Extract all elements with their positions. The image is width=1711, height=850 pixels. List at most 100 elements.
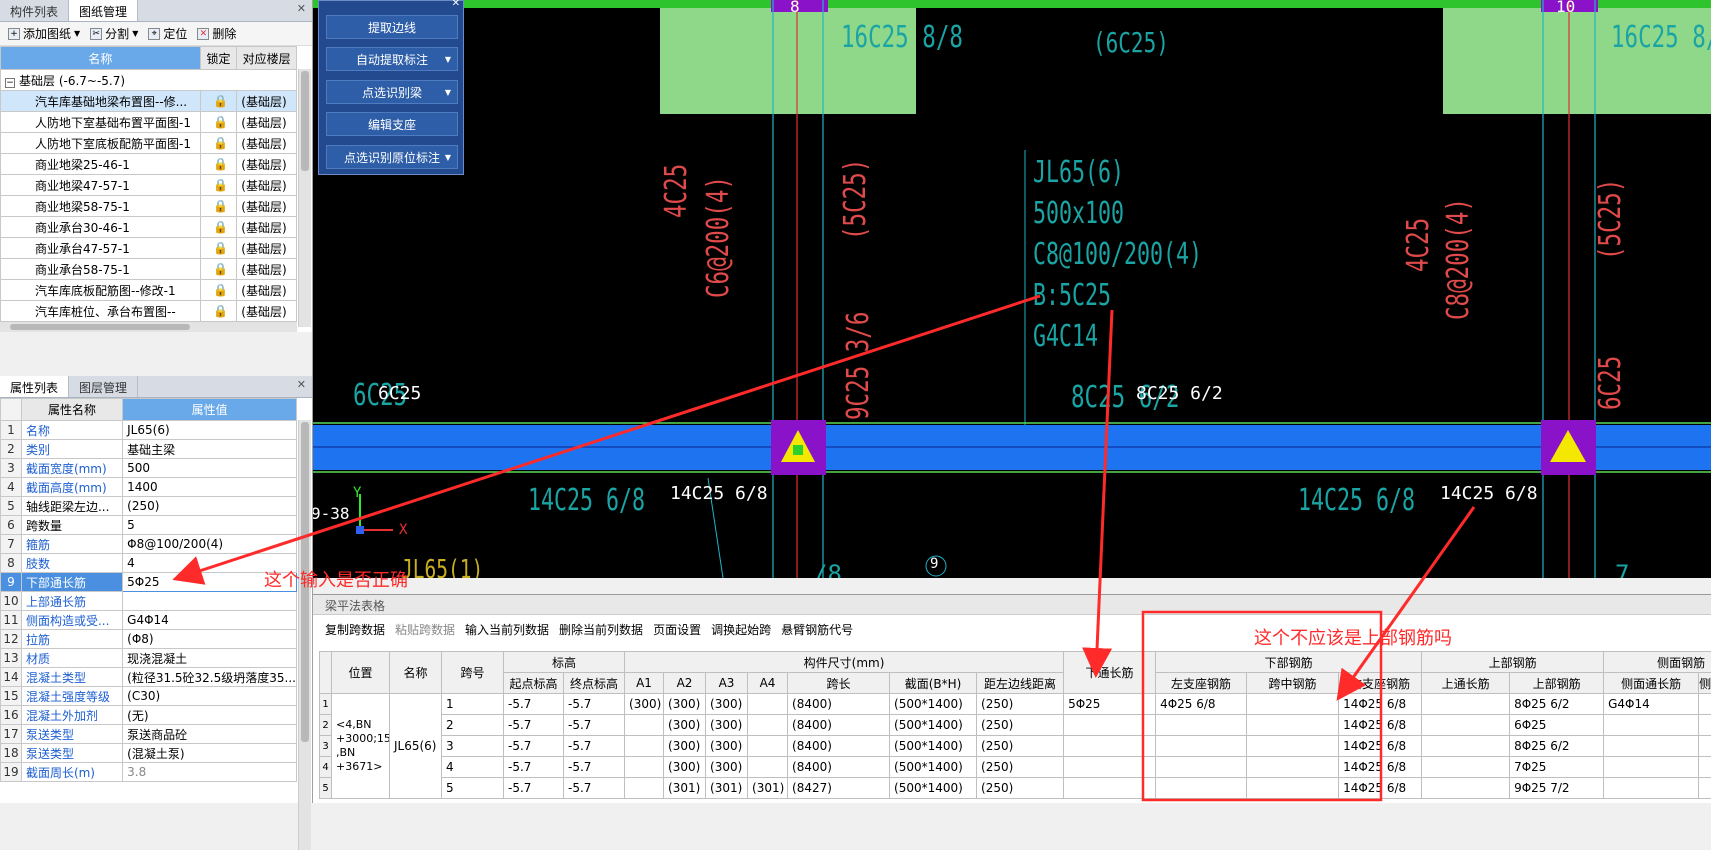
cell-a1[interactable] bbox=[625, 736, 664, 757]
collapse-icon[interactable]: − bbox=[5, 78, 15, 88]
cell-a4[interactable] bbox=[748, 757, 788, 778]
cell-side-original[interactable] bbox=[1699, 778, 1711, 799]
close-icon[interactable]: ✕ bbox=[297, 378, 306, 391]
prop-value[interactable]: 1400 bbox=[123, 478, 297, 497]
prop-value[interactable]: 3.8 bbox=[123, 763, 297, 782]
cell-top[interactable] bbox=[1422, 757, 1510, 778]
cell-sec[interactable]: (500*1400) bbox=[890, 757, 977, 778]
cell-sec[interactable]: (500*1400) bbox=[890, 778, 977, 799]
lock-icon[interactable]: 🔒 bbox=[200, 154, 237, 175]
cell-bot[interactable]: 5Φ25 bbox=[1064, 694, 1156, 715]
h-scroll-thumb[interactable] bbox=[10, 324, 190, 330]
close-icon[interactable]: ✕ bbox=[297, 2, 306, 15]
cell-side[interactable] bbox=[1604, 757, 1699, 778]
lock-icon[interactable]: 🔒 bbox=[200, 133, 237, 154]
cell-bot[interactable] bbox=[1064, 736, 1156, 757]
drawing-row[interactable]: 人防地下室底板配筋平面图-1🔒(基础层) bbox=[1, 133, 297, 154]
cell-sec[interactable]: (500*1400) bbox=[890, 736, 977, 757]
property-row[interactable]: 13材质现浇混凝土 bbox=[1, 649, 297, 668]
cell-span[interactable]: 2 bbox=[442, 715, 504, 736]
lock-icon[interactable]: 🔒 bbox=[200, 259, 237, 280]
drawing-scrollbar[interactable] bbox=[298, 69, 311, 327]
cell-a2[interactable]: (301) bbox=[664, 778, 706, 799]
prop-value[interactable]: (无) bbox=[123, 706, 297, 725]
property-row[interactable]: 5轴线距梁左边...(250) bbox=[1, 497, 297, 516]
cell-a3[interactable]: (300) bbox=[706, 736, 748, 757]
prop-value[interactable]: (Φ8) bbox=[123, 630, 297, 649]
copy-span-button[interactable]: 复制跨数据 bbox=[325, 621, 385, 638]
scroll-thumb[interactable] bbox=[301, 71, 309, 171]
cell-len[interactable]: (8400) bbox=[788, 694, 890, 715]
tab-properties[interactable]: 属性列表 bbox=[0, 376, 69, 397]
property-row[interactable]: 15混凝土强度等级(C30) bbox=[1, 687, 297, 706]
paste-span-button[interactable]: 粘贴跨数据 bbox=[395, 621, 455, 638]
cell-e[interactable]: -5.7 bbox=[564, 694, 625, 715]
cell-left[interactable]: 4Φ25 6/8 bbox=[1156, 694, 1247, 715]
cell-a4[interactable]: (301) bbox=[748, 778, 788, 799]
cell-a1[interactable]: (300) bbox=[625, 694, 664, 715]
cell-e[interactable]: -5.7 bbox=[564, 715, 625, 736]
delete-column-button[interactable]: 删除当前列数据 bbox=[559, 621, 643, 638]
cad-canvas[interactable]: 8 10 9 16C25 8/8 16C25 8/ (6C25) JL65(6)… bbox=[313, 0, 1711, 578]
lock-icon[interactable]: 🔒 bbox=[200, 238, 237, 259]
beam-span-row[interactable]: 1<4,BN +3000;15 ,BN +3671>JL65(6)1-5.7-5… bbox=[320, 694, 1711, 715]
cell-a1[interactable] bbox=[625, 778, 664, 799]
lock-icon[interactable]: 🔒 bbox=[200, 91, 237, 112]
prop-value[interactable]: 泵送商品砼 bbox=[123, 725, 297, 744]
pick-beam-button[interactable]: 点选识别梁▼ bbox=[326, 80, 458, 104]
drawing-row[interactable]: 商业地梁47-57-1🔒(基础层) bbox=[1, 175, 297, 196]
cell-a3[interactable]: (300) bbox=[706, 715, 748, 736]
tree-group[interactable]: −基础层 (-6.7~-5.7) bbox=[1, 70, 297, 91]
lock-icon[interactable]: 🔒 bbox=[200, 196, 237, 217]
cell-len[interactable]: (8400) bbox=[788, 715, 890, 736]
cell-top[interactable] bbox=[1422, 778, 1510, 799]
prop-value[interactable]: (250) bbox=[123, 497, 297, 516]
beam-span-row[interactable]: 22-5.7-5.7(300)(300)(8400)(500*1400)(250… bbox=[320, 715, 1711, 736]
cell-upper[interactable]: 8Φ25 6/2 bbox=[1510, 736, 1604, 757]
cell-span[interactable]: 1 bbox=[442, 694, 504, 715]
property-row[interactable]: 17泵送类型泵送商品砼 bbox=[1, 725, 297, 744]
cell-left[interactable] bbox=[1156, 715, 1247, 736]
cell-a2[interactable]: (300) bbox=[664, 757, 706, 778]
property-row[interactable]: 14混凝土类型(粒径31.5砼32.5级坍落度35... bbox=[1, 668, 297, 687]
add-drawing-button[interactable]: +添加图纸▼ bbox=[8, 25, 80, 42]
cell-e[interactable]: -5.7 bbox=[564, 736, 625, 757]
drawing-row[interactable]: 商业承台47-57-1🔒(基础层) bbox=[1, 238, 297, 259]
tab-drawing-management[interactable]: 图纸管理 bbox=[69, 0, 138, 21]
cell-upper[interactable]: 9Φ25 7/2 bbox=[1510, 778, 1604, 799]
prop-value[interactable]: Φ8@100/200(4) bbox=[123, 535, 297, 554]
cell-dist[interactable]: (250) bbox=[977, 715, 1064, 736]
property-row[interactable]: 8肢数4 bbox=[1, 554, 297, 573]
cell-len[interactable]: (8427) bbox=[788, 778, 890, 799]
prop-value[interactable]: 现浇混凝土 bbox=[123, 649, 297, 668]
drawing-row[interactable]: 汽车库桩位、承台布置图--🔒(基础层) bbox=[1, 301, 297, 322]
cell-span[interactable]: 3 bbox=[442, 736, 504, 757]
cell-e[interactable]: -5.7 bbox=[564, 757, 625, 778]
cell-side[interactable] bbox=[1604, 736, 1699, 757]
beam-span-row[interactable]: 44-5.7-5.7(300)(300)(8400)(500*1400)(250… bbox=[320, 757, 1711, 778]
prop-value[interactable]: G4Φ14 bbox=[123, 611, 297, 630]
extract-edge-button[interactable]: 提取边线 bbox=[326, 15, 458, 39]
input-column-button[interactable]: 输入当前列数据 bbox=[465, 621, 549, 638]
cell-side-original[interactable] bbox=[1699, 736, 1711, 757]
swap-start-span-button[interactable]: 调换起始跨 bbox=[711, 621, 771, 638]
property-row[interactable]: 12拉筋(Φ8) bbox=[1, 630, 297, 649]
cell-a2[interactable]: (300) bbox=[664, 694, 706, 715]
property-row[interactable]: 19截面周长(m)3.8 bbox=[1, 763, 297, 782]
drawing-row[interactable]: 商业承台58-75-1🔒(基础层) bbox=[1, 259, 297, 280]
property-row[interactable]: 4截面高度(mm)1400 bbox=[1, 478, 297, 497]
prop-value[interactable]: 500 bbox=[123, 459, 297, 478]
cell-a4[interactable] bbox=[748, 694, 788, 715]
cell-dist[interactable]: (250) bbox=[977, 757, 1064, 778]
drawing-row[interactable]: 商业地梁25-46-1🔒(基础层) bbox=[1, 154, 297, 175]
name-cell[interactable]: JL65(6) bbox=[390, 694, 442, 799]
cell-mid[interactable] bbox=[1247, 694, 1339, 715]
cell-span[interactable]: 4 bbox=[442, 757, 504, 778]
cell-top[interactable] bbox=[1422, 736, 1510, 757]
delete-button[interactable]: ✕删除 bbox=[197, 25, 236, 42]
cell-right[interactable]: 14Φ25 6/8 bbox=[1339, 736, 1422, 757]
property-row[interactable]: 11侧面构造或受...G4Φ14 bbox=[1, 611, 297, 630]
cell-a2[interactable]: (300) bbox=[664, 715, 706, 736]
cell-bot[interactable] bbox=[1064, 778, 1156, 799]
property-row[interactable]: 18泵送类型(混凝土泵) bbox=[1, 744, 297, 763]
